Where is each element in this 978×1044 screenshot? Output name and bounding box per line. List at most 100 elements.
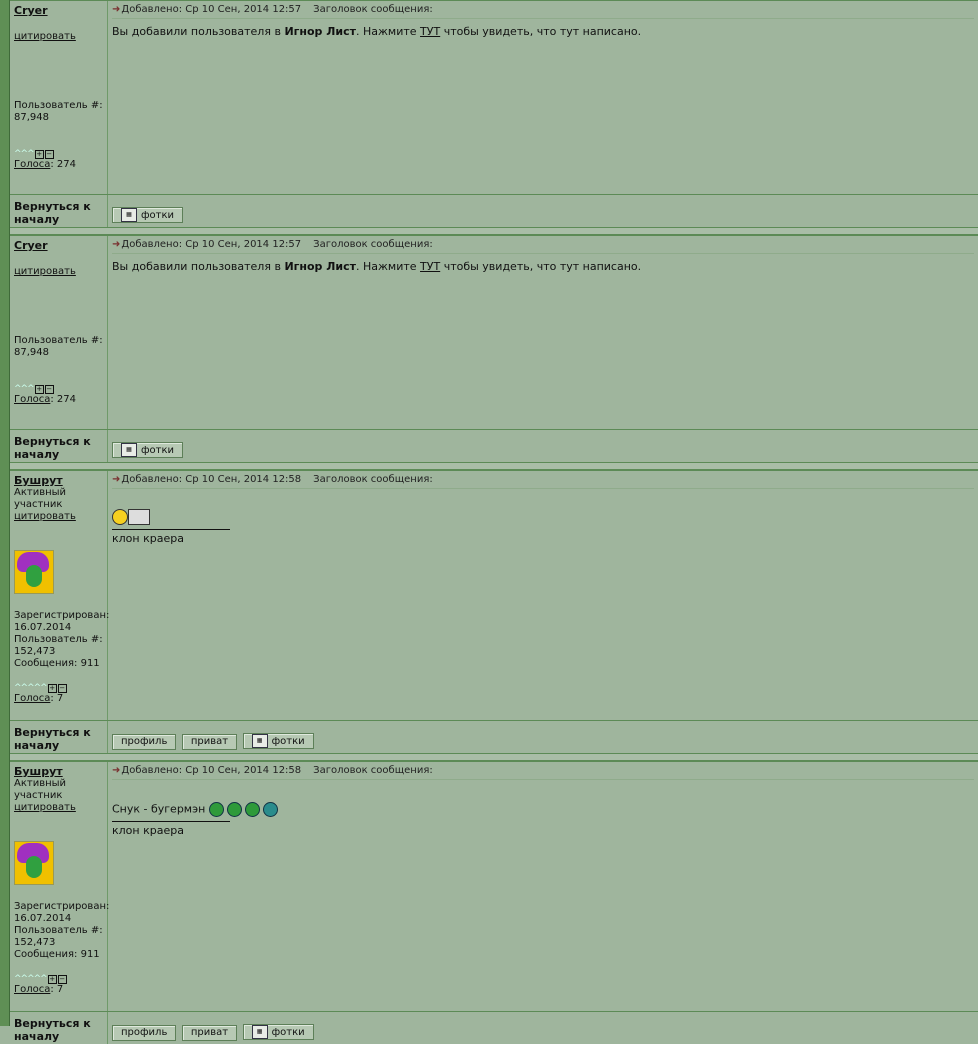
- post-arrow-icon[interactable]: ➜: [112, 239, 120, 250]
- post-body: ➜Добавлено: Ср 10 Сен, 2014 12:57 Заголов…: [108, 236, 978, 429]
- show-post-link[interactable]: ТУТ: [420, 260, 440, 273]
- post-date: Добавлено: Ср 10 Сен, 2014 12:57: [121, 4, 302, 15]
- username-link[interactable]: Бушрут: [14, 474, 103, 487]
- post-arrow-icon[interactable]: ➜: [112, 474, 120, 485]
- msg-bold: Игнор Лист: [284, 260, 356, 273]
- messages-label: Сообщения:: [14, 949, 78, 960]
- private-message-button[interactable]: приват: [181, 1025, 238, 1041]
- post-footer: Вернуться к началу ▦ фотки: [10, 429, 978, 462]
- votes-link[interactable]: Голоса: [14, 693, 50, 704]
- post-author-panel: Бушрут Активный участник цитировать Заре…: [10, 471, 109, 720]
- user-number: 152,473: [14, 937, 56, 948]
- signature: клон краера: [112, 532, 184, 545]
- user-number: 87,948: [14, 347, 49, 358]
- back-to-top-link[interactable]: Вернуться к началу: [10, 195, 108, 227]
- vote-plus-icon[interactable]: +: [47, 975, 57, 984]
- vote-minus-icon[interactable]: −: [57, 975, 67, 984]
- username-link[interactable]: Бушрут: [14, 765, 103, 778]
- post-arrow-icon[interactable]: ➜: [112, 4, 120, 15]
- quote-link[interactable]: цитировать: [14, 266, 103, 277]
- post-subject-label: Заголовок сообщения:: [313, 239, 433, 250]
- private-message-button[interactable]: приват: [181, 734, 238, 750]
- green-smiley-icon: [244, 802, 260, 817]
- votes-link[interactable]: Голоса: [14, 984, 50, 995]
- vote-plus-icon[interactable]: +: [34, 385, 44, 394]
- registered-date: 16.07.2014: [14, 622, 72, 633]
- back-to-top-link[interactable]: Вернуться к началу: [10, 1012, 108, 1044]
- post-body: ➜Добавлено: Ср 10 Сен, 2014 12:58 Заголов…: [108, 762, 978, 1011]
- msg-text: . Нажмите: [356, 25, 421, 38]
- vote-minus-icon[interactable]: −: [57, 684, 67, 693]
- msg-text: Вы добавили пользователя в: [112, 25, 285, 38]
- back-to-top-link[interactable]: Вернуться к началу: [10, 430, 108, 462]
- username-link[interactable]: Cryer: [14, 239, 103, 252]
- msg-text: . Нажмите: [356, 260, 421, 273]
- photos-button[interactable]: ▦ фотки: [112, 207, 184, 223]
- votes-link[interactable]: Голоса: [14, 394, 50, 405]
- post: Cryer цитировать Пользователь #: 87,948 …: [10, 0, 978, 227]
- avatar: [14, 841, 54, 885]
- vote-minus-icon[interactable]: −: [44, 150, 54, 159]
- vote-minus-icon[interactable]: −: [44, 385, 54, 394]
- post-header: ➜Добавлено: Ср 10 Сен, 2014 12:57 Заголов…: [112, 4, 974, 19]
- votes-link[interactable]: Голоса: [14, 159, 50, 170]
- post-author-panel: Cryer цитировать Пользователь #: 87,948 …: [10, 236, 108, 429]
- post-author-panel: Cryer цитировать Пользователь #: 87,948 …: [10, 1, 108, 194]
- post-date: Добавлено: Ср 10 Сен, 2014 12:58: [121, 474, 302, 485]
- photos-button[interactable]: ▦ фотки: [112, 442, 184, 458]
- post-body: ➜Добавлено: Ср 10 Сен, 2014 12:57 Заголов…: [108, 1, 978, 194]
- photo-icon: ▦: [121, 443, 137, 457]
- quote-link[interactable]: цитировать: [14, 511, 103, 522]
- quote-link[interactable]: цитировать: [14, 31, 103, 42]
- user-number-label: Пользователь #:: [14, 335, 103, 346]
- photos-button[interactable]: ▦ фотки: [242, 1024, 314, 1040]
- user-rank: Активный участник: [14, 778, 67, 801]
- show-post-link[interactable]: ТУТ: [420, 25, 440, 38]
- avatar: [14, 550, 54, 594]
- back-to-top-link[interactable]: Вернуться к началу: [10, 721, 108, 753]
- rating-stars: ^^^ + −: [14, 381, 103, 394]
- rating-stars: ^^^^^ + −: [14, 971, 103, 984]
- vote-plus-icon[interactable]: +: [47, 684, 57, 693]
- post-date: Добавлено: Ср 10 Сен, 2014 12:57: [121, 239, 302, 250]
- user-number: 87,948: [14, 112, 49, 123]
- signature-divider: [112, 529, 230, 530]
- post-separator: [10, 462, 978, 470]
- post-message: клон краера: [112, 495, 974, 546]
- votes-count: : 274: [50, 394, 76, 405]
- post: Бушрут Активный участник цитировать Заре…: [10, 761, 978, 1044]
- votes-count: : 7: [50, 693, 64, 704]
- photo-icon: ▦: [251, 734, 268, 748]
- post-header: ➜Добавлено: Ср 10 Сен, 2014 12:57 Заголов…: [112, 239, 974, 254]
- photo-icon: ▦: [251, 1025, 268, 1039]
- signature: клон краера: [112, 824, 184, 837]
- post-header: ➜Добавлено: Ср 10 Сен, 2014 12:58 Заголов…: [112, 765, 974, 780]
- post-subject-label: Заголовок сообщения:: [313, 474, 433, 485]
- msg-text: чтобы увидеть, что тут написано.: [440, 25, 642, 38]
- msg-text: Вы добавили пользователя в: [112, 260, 285, 273]
- post-separator: [10, 753, 978, 761]
- post-separator: [10, 227, 978, 235]
- profile-button[interactable]: профиль: [112, 1025, 177, 1041]
- left-border: [0, 0, 10, 1026]
- user-number-label: Пользователь #:: [14, 634, 103, 645]
- quote-link[interactable]: цитировать: [14, 802, 103, 813]
- user-number: 152,473: [14, 646, 56, 657]
- stars-icon: ^^^: [14, 384, 35, 394]
- messages-count: 911: [80, 949, 100, 960]
- profile-button[interactable]: профиль: [112, 734, 177, 750]
- votes-count: : 274: [50, 159, 76, 170]
- rating-stars: ^^^ + −: [14, 146, 103, 159]
- laughing-smiley-icon: [112, 509, 128, 525]
- vote-plus-icon[interactable]: +: [34, 150, 44, 159]
- green-smiley-icon: [208, 802, 224, 817]
- accordion-smiley-icon: [128, 509, 150, 525]
- post-arrow-icon[interactable]: ➜: [112, 765, 120, 776]
- messages-count: 911: [80, 658, 100, 669]
- msg-bold: Игнор Лист: [284, 25, 356, 38]
- signature-divider: [112, 821, 230, 822]
- rating-stars: ^^^^^ + −: [14, 680, 103, 693]
- username-link[interactable]: Cryer: [14, 4, 103, 17]
- user-rank: Активный участник: [14, 487, 67, 510]
- photos-button[interactable]: ▦ фотки: [242, 733, 314, 749]
